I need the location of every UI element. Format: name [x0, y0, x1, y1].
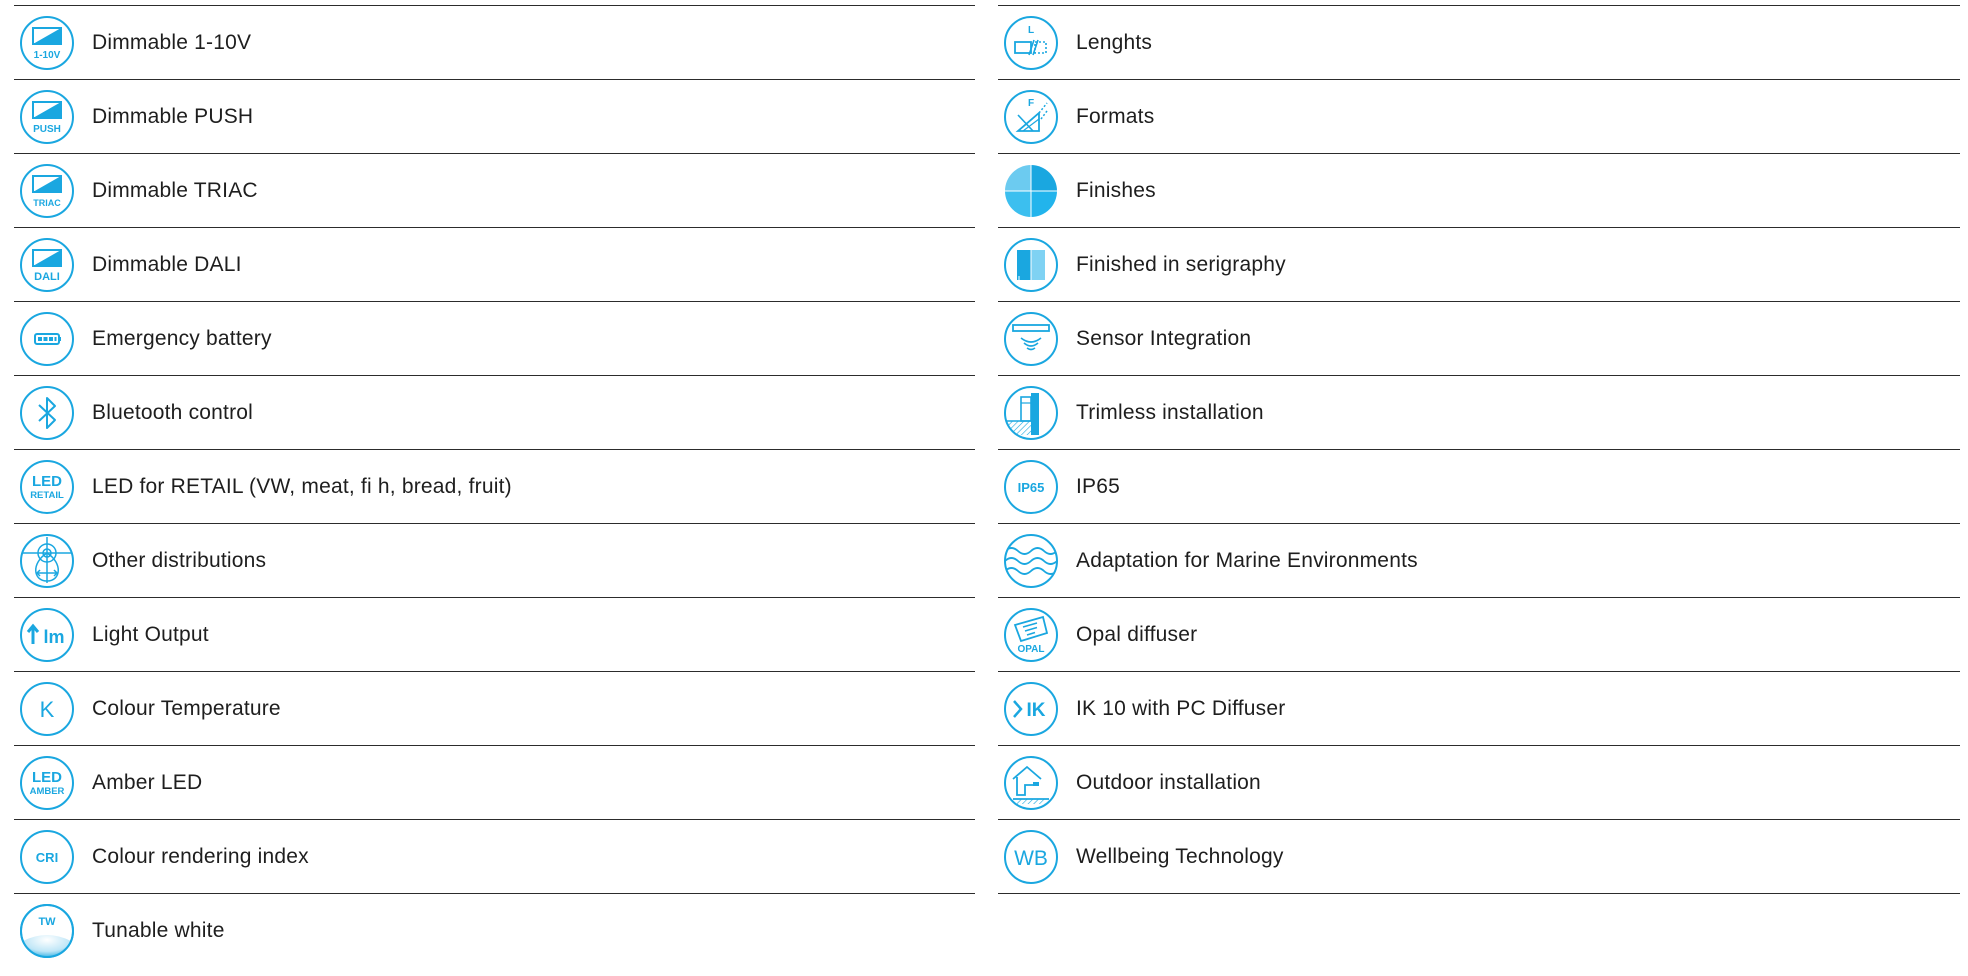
feature-row: OPAL Opal diffuser: [998, 597, 1960, 671]
svg-text:TW: TW: [38, 916, 56, 928]
svg-text:PUSH: PUSH: [33, 124, 61, 135]
svg-text:K: K: [40, 697, 55, 722]
outdoor-icon: [1004, 755, 1058, 810]
formats-icon: F: [1004, 89, 1058, 144]
svg-text:TRIAC: TRIAC: [33, 198, 61, 208]
finishes-icon: [1005, 164, 1057, 217]
feature-label: Light Output: [92, 622, 209, 646]
feature-row: WB Wellbeing Technology: [998, 819, 1960, 893]
feature-row: Finished in serigraphy: [998, 227, 1960, 301]
feature-row: IK IK 10 with PC Diffuser: [998, 671, 1960, 745]
serigraphy-icon: [1004, 237, 1058, 292]
feature-label: Opal diffuser: [1076, 622, 1198, 646]
feature-label: Finished in serigraphy: [1076, 252, 1286, 276]
ik10-icon: IK: [1004, 681, 1058, 736]
feature-label: Adaptation for Marine Environments: [1076, 548, 1418, 572]
feature-row: IP65 IP65: [998, 449, 1960, 523]
svg-text:WB: WB: [1014, 847, 1048, 870]
svg-text:CRI: CRI: [36, 850, 58, 865]
marine-waves-icon: [1004, 533, 1058, 588]
dimmable-1-10v-icon: 1-10V: [20, 15, 74, 70]
sensor-icon: [1004, 311, 1058, 366]
feature-row: Other distributions: [14, 523, 975, 597]
feature-label: Formats: [1076, 104, 1155, 128]
feature-label: Dimmable PUSH: [92, 104, 254, 128]
feature-label: Lenghts: [1076, 30, 1153, 54]
feature-label: Finishes: [1076, 178, 1156, 202]
svg-text:IK: IK: [1027, 700, 1046, 721]
feature-row: L Lenghts: [998, 5, 1960, 79]
svg-text:lm: lm: [43, 627, 64, 647]
svg-text:AMBER: AMBER: [30, 786, 65, 797]
feature-row: F Formats: [998, 79, 1960, 153]
feature-label: Dimmable DALI: [92, 252, 242, 276]
amber-led-icon: LED AMBER: [20, 755, 74, 810]
svg-text:DALI: DALI: [34, 271, 60, 283]
feature-label: Sensor Integration: [1076, 326, 1252, 350]
feature-row: Adaptation for Marine Environments: [998, 523, 1960, 597]
battery-icon: [20, 311, 74, 366]
feature-label: Trimless installation: [1076, 400, 1264, 424]
features-left-column: 1-10V Dimmable 1-10V PUSH Dimmable PUSH …: [14, 5, 975, 967]
dimmable-push-icon: PUSH: [20, 89, 74, 144]
feature-row: CRI Colour rendering index: [14, 819, 975, 893]
feature-label: Tunable white: [92, 918, 225, 942]
feature-label: Amber LED: [92, 770, 203, 794]
lengths-icon: L: [1004, 15, 1058, 70]
svg-text:RETAIL: RETAIL: [30, 490, 64, 501]
distributions-icon: [20, 533, 74, 588]
ip65-icon: IP65: [1004, 459, 1058, 514]
feature-row: K Colour Temperature: [14, 671, 975, 745]
colour-temperature-icon: K: [20, 681, 74, 736]
feature-label: LED for RETAIL (VW, meat, fi h, bread, f…: [92, 474, 512, 498]
feature-row: Outdoor installation: [998, 745, 1960, 819]
feature-row: 1-10V Dimmable 1-10V: [14, 5, 975, 79]
feature-label: Colour rendering index: [92, 844, 309, 868]
feature-row: Trimless installation: [998, 375, 1960, 449]
feature-label: Outdoor installation: [1076, 770, 1261, 794]
feature-label: Other distributions: [92, 548, 267, 572]
tunable-white-icon: TW: [20, 903, 74, 958]
feature-row: Emergency battery: [14, 301, 975, 375]
feature-label: Wellbeing Technology: [1076, 844, 1284, 868]
feature-row: DALI Dimmable DALI: [14, 227, 975, 301]
feature-row: LED AMBER Amber LED: [14, 745, 975, 819]
svg-text:LED: LED: [32, 473, 62, 490]
feature-label: IK 10 with PC Diffuser: [1076, 696, 1286, 720]
wellbeing-icon: WB: [1004, 829, 1058, 884]
feature-label: Emergency battery: [92, 326, 272, 350]
svg-text:F: F: [1028, 98, 1034, 109]
feature-label: Colour Temperature: [92, 696, 281, 720]
cri-icon: CRI: [20, 829, 74, 884]
feature-row: LED RETAIL LED for RETAIL (VW, meat, fi …: [14, 449, 975, 523]
feature-row: Finishes: [998, 153, 1960, 227]
closing-divider: [998, 893, 1960, 894]
svg-text:LED: LED: [32, 769, 62, 786]
feature-label: Dimmable 1-10V: [92, 30, 252, 54]
feature-row: Bluetooth control: [14, 375, 975, 449]
svg-text:L: L: [1028, 25, 1034, 36]
svg-text:OPAL: OPAL: [1017, 644, 1044, 655]
feature-row: TRIAC Dimmable TRIAC: [14, 153, 975, 227]
light-output-icon: lm: [20, 607, 74, 662]
feature-label: IP65: [1076, 474, 1120, 498]
feature-row: Sensor Integration: [998, 301, 1960, 375]
dimmable-triac-icon: TRIAC: [20, 163, 74, 218]
svg-text:IP65: IP65: [1018, 480, 1045, 495]
feature-label: Dimmable TRIAC: [92, 178, 258, 202]
led-retail-icon: LED RETAIL: [20, 459, 74, 514]
svg-text:1-10V: 1-10V: [34, 50, 61, 61]
features-right-column: L Lenghts F Formats Finishes Finished in…: [998, 5, 1960, 894]
opal-diffuser-icon: OPAL: [1004, 607, 1058, 662]
feature-row: PUSH Dimmable PUSH: [14, 79, 975, 153]
trimless-icon: [1004, 385, 1058, 440]
feature-label: Bluetooth control: [92, 400, 254, 424]
dimmable-dali-icon: DALI: [20, 237, 74, 292]
feature-row: TW Tunable white: [14, 893, 975, 967]
bluetooth-icon: [20, 385, 74, 440]
feature-row: lm Light Output: [14, 597, 975, 671]
